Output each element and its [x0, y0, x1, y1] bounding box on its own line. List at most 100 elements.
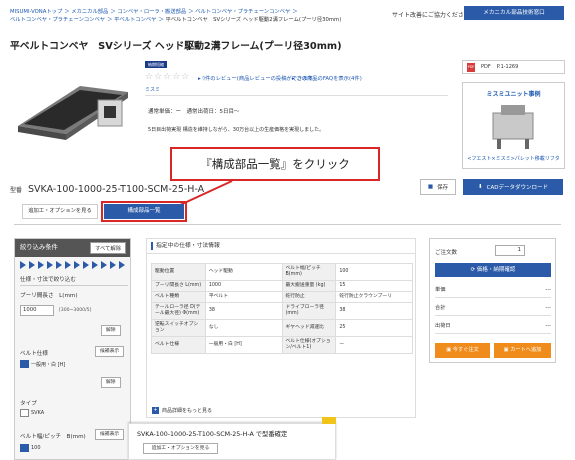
price-check-label: 価格・納期確認	[476, 267, 516, 273]
row-label: 出荷日	[435, 323, 451, 329]
type-label: タイプ	[20, 401, 37, 407]
pulley-length-label: プーリ間長さ L(mm)	[20, 293, 78, 299]
breadcrumb-item[interactable]: 平ベルトコンベヤ	[114, 17, 156, 23]
spec-key: 駆動位置	[151, 263, 206, 281]
tab-divider	[14, 224, 561, 225]
row-value: ---	[545, 305, 551, 311]
faq-link[interactable]: ▸ この商品のFAQを表示(4件)	[292, 74, 362, 82]
brand-link[interactable]: ミスミ	[145, 86, 160, 93]
quantity-input[interactable]: 1	[495, 245, 525, 256]
row-value: ---	[545, 287, 551, 293]
breadcrumb-item[interactable]: コンベヤ・ローラ・搬送部品	[117, 9, 186, 15]
divider	[145, 95, 448, 96]
product-note: 5日目出荷実現 構造を維持しながら、30万台以上の生産価格を実現しました。	[148, 127, 325, 133]
more-details-link[interactable]: + 商品詳細をもっと見る	[152, 407, 212, 414]
filter-section-title: 仕様・寸法で絞り込む	[20, 277, 76, 283]
table-row: ベルト種類 平ベルト 蛇行防止 蛇行防止クラウンプーリ	[151, 291, 413, 303]
type-value: SVKA	[31, 410, 45, 416]
tab-component-list[interactable]: 構成部品一覧	[101, 201, 187, 222]
clear-belt-spec-button[interactable]: 解除	[101, 377, 121, 388]
tech-support-button[interactable]: メカニカル部品技術窓口	[464, 6, 564, 20]
ship-date-row: 出荷日 ---	[435, 319, 551, 334]
unit-example-title: ミスミユニット事例	[486, 91, 541, 98]
breadcrumb-item[interactable]: ベルトコンベヤ・プラチェーンコンベヤ	[10, 17, 105, 23]
part-number-value: SVKA-100-1000-25-T100-SCM-25-H-A	[28, 184, 205, 195]
new-badge: 納期短縮	[145, 61, 167, 68]
filter-title: 絞り込み条件	[20, 244, 58, 251]
unit-example-image	[492, 105, 534, 149]
breadcrumb-item[interactable]: MISUMI-VONAトップ	[10, 9, 62, 15]
spec-value: なし	[204, 319, 283, 337]
spec-key: テールローラ径 D(テール最大径) Φ(mm)	[151, 302, 206, 320]
table-row: テールローラ径 D(テール最大径) Φ(mm) 38 ドライブローラ径 (mm) 38	[151, 302, 413, 320]
spec-title: 指定中の仕様・寸法情報	[147, 239, 415, 254]
table-row: プーリ間長さ L(mm) 1000 最大搬送重量 (kg) 15	[151, 280, 413, 292]
belt-width-value: 100	[31, 445, 41, 451]
sticky-confirm-bar: SVKA-100-1000-25-T100-SCM-25-H-A で型番確定 追…	[128, 417, 336, 460]
add-to-cart-button[interactable]: ▣ カートへ追加	[494, 343, 551, 358]
belt-width-label: ベルト幅/ピッチ B(mm)	[20, 434, 86, 440]
breadcrumb-item[interactable]: メカニカル部品	[71, 9, 108, 15]
spec-key: プーリ間長さ L(mm)	[151, 280, 206, 292]
more-details-label: 商品詳細をもっと見る	[162, 408, 213, 414]
progress-arrows	[20, 261, 128, 270]
product-image	[18, 86, 128, 140]
order-now-label: 今すぐ注文	[452, 347, 479, 353]
divider	[20, 285, 128, 286]
clear-all-button[interactable]: すべて解除	[90, 242, 126, 254]
pdf-catalog-link[interactable]: PDF PDF P.1-1269	[462, 60, 565, 74]
spec-value: 100	[335, 263, 413, 281]
spec-key: 最大搬送重量 (kg)	[281, 280, 337, 292]
folder-icon: ■	[427, 184, 434, 190]
plus-icon: +	[152, 407, 159, 414]
filter-header: 絞り込み条件 すべて解除	[15, 239, 130, 257]
spec-key: ベルト仕様	[151, 336, 206, 354]
unit-example-link[interactable]: <フエスト×ミスミ>パレット移載リフタ	[463, 155, 564, 162]
spec-value: 平ベルト	[204, 291, 283, 303]
add-to-cart-label: カートへ追加	[510, 347, 542, 353]
spec-value: 一般用・白 [H]	[204, 336, 283, 354]
faq-link-label: この商品のFAQを表示(4件)	[296, 76, 362, 82]
type-checkbox[interactable]	[20, 409, 29, 417]
show-candidates-button-2[interactable]: 候補表示	[95, 429, 125, 440]
shipping-info: 通常単価：ー 通常出荷日：5日目〜	[148, 109, 240, 115]
survey-link-label: サイト改善にご協力ください	[392, 12, 470, 19]
belt-width-checkbox[interactable]	[20, 444, 29, 452]
quantity-label: ご注文数	[435, 250, 458, 256]
pdf-page: P.1-1269	[496, 64, 519, 70]
pulley-length-input[interactable]: 1000	[20, 305, 54, 316]
show-candidates-button[interactable]: 候補表示	[95, 346, 125, 357]
order-panel: ご注文数 1 ⟳ 価格・納期確認 単価 --- 合計 --- 出荷日 --- ▣ 今す…	[429, 238, 556, 363]
belt-spec-checkbox[interactable]	[20, 360, 29, 368]
pulley-length-range: [300~3000/5]	[59, 308, 92, 313]
save-button[interactable]: ■ 保存	[420, 179, 456, 195]
belt-spec-label: ベルト仕様	[20, 351, 48, 357]
rating-stars: ☆☆☆☆☆	[145, 72, 191, 82]
spec-value: ヘッド駆動	[204, 263, 283, 281]
spec-value: 38	[204, 302, 283, 320]
belt-spec-value: 一般用・白 [H]	[31, 362, 66, 368]
unit-example-card[interactable]: ミスミユニット事例 <フエスト×ミスミ>パレット移載リフタ	[462, 82, 565, 169]
collapse-tab[interactable]	[322, 417, 336, 424]
row-value: ---	[545, 323, 551, 329]
table-row: 駆動位置 ヘッド駆動 ベルト幅/ピッチ B(mm) 100	[151, 263, 413, 281]
product-title: 平ベルトコンベヤ SVシリーズ ヘッド駆動2溝フレーム(プーリ径30mm)	[10, 41, 342, 52]
spec-key: ギヤヘッド減速比	[281, 319, 337, 337]
part-number: 型番 SVKA-100-1000-25-T100-SCM-25-H-A	[10, 184, 204, 195]
spec-key: 逆転スイッチオプション	[151, 319, 206, 337]
cad-download-button[interactable]: ⬇ CADデータダウンロード	[463, 179, 563, 195]
pdf-label: PDF	[481, 64, 491, 70]
pdf-icon: PDF	[467, 62, 475, 72]
tab-options[interactable]: 追加工・オプションを見る	[22, 204, 98, 219]
clear-pulley-button[interactable]: 解除	[101, 325, 121, 336]
spec-value: ー	[335, 336, 413, 354]
filter-panel: 絞り込み条件 すべて解除 仕様・寸法で絞り込む プーリ間長さ L(mm) 100…	[14, 238, 131, 460]
spec-value: 1000	[204, 280, 283, 292]
order-now-button[interactable]: ▣ 今すぐ注文	[435, 343, 490, 358]
breadcrumb-item[interactable]: ベルトコンベヤ・プラチェーンコンベヤ	[195, 9, 290, 15]
spec-key: 蛇行防止	[281, 291, 337, 303]
save-label: 保存	[437, 185, 449, 191]
view-options-button[interactable]: 追加工・オプションを見る	[143, 443, 218, 454]
price-check-button[interactable]: ⟳ 価格・納期確認	[435, 263, 551, 277]
instruction-callout: 『構成部品一覧』をクリック	[170, 147, 380, 181]
